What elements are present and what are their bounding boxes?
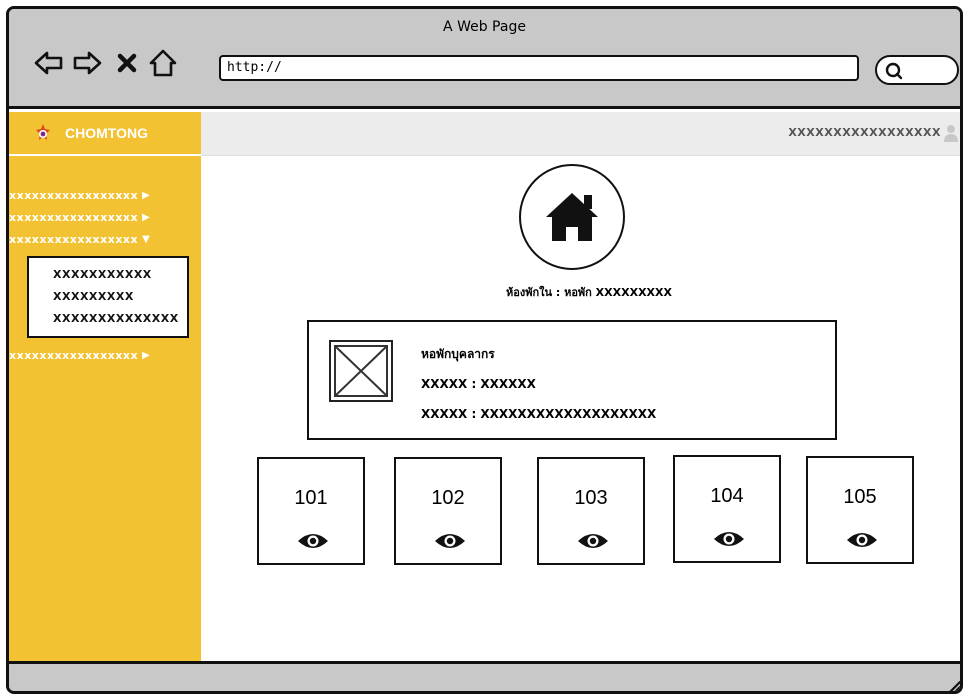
sidebar-item-2[interactable]: xxxxxxxxxxxxxxxxx ▶ [9,206,201,228]
window-title: A Web Page [443,19,526,35]
submenu-item-1[interactable]: XXXXXXXXXXX [29,264,187,286]
room-number: 101 [294,487,328,509]
room-number: 104 [710,485,744,507]
info-line-3: XXXXX : XXXXXXXXXXXXXXXXXXX [421,407,657,421]
submenu-item-2[interactable]: XXXXXXXXX [29,286,187,308]
sidebar-submenu: XXXXXXXXXXX XXXXXXXXX XXXXXXXXXXXXXX [27,256,189,338]
home-badge [519,164,625,270]
eye-icon[interactable] [846,530,878,550]
sidebar-menu: xxxxxxxxxxxxxxxxx ▶ xxxxxxxxxxxxxxxxx ▶ … [9,184,201,366]
sidebar-item-label: xxxxxxxxxxxxxxxxx [9,232,139,246]
room-card-105[interactable]: 105 [806,456,914,564]
room-card-103[interactable]: 103 [537,457,645,565]
sidebar-item-1[interactable]: xxxxxxxxxxxxxxxxx ▶ [9,184,201,206]
brand-name: CHOMTONG [65,125,148,141]
room-number: 102 [431,487,465,509]
sidebar-item-4[interactable]: xxxxxxxxxxxxxxxxx ▶ [9,344,201,366]
dorm-type: หอพักบุคลากร [421,347,495,361]
submenu-item-3[interactable]: XXXXXXXXXXXXXX [29,308,187,330]
sidebar-item-label: xxxxxxxxxxxxxxxxx [9,210,139,224]
room-card-101[interactable]: 101 [257,457,365,565]
caret-right-icon: ▶ [142,189,151,201]
caret-down-icon: ▼ [142,233,151,245]
status-bar [9,661,962,694]
logo-icon [36,124,50,140]
top-bar: XXXXXXXXXXXXXXXXX [201,112,960,156]
eye-icon[interactable] [577,531,609,551]
search-button[interactable] [875,55,959,85]
info-line-2: XXXXX : XXXXXX [421,377,536,391]
caret-right-icon: ▶ [142,349,151,361]
sidebar: CHOMTONG xxxxxxxxxxxxxxxxx ▶ xxxxxxxxxxx… [9,112,201,661]
browser-chrome: A Web Page http:// [9,9,960,109]
room-number: 103 [574,487,608,509]
room-card-104[interactable]: 104 [673,455,781,563]
caret-right-icon: ▶ [142,211,151,223]
eye-icon[interactable] [434,531,466,551]
user-icon[interactable] [943,124,959,142]
sidebar-item-label: xxxxxxxxxxxxxxxxx [9,348,139,362]
eye-icon[interactable] [297,531,329,551]
forward-arrow-icon[interactable] [69,45,105,81]
close-icon[interactable] [109,45,145,81]
room-number: 105 [843,486,877,508]
brand[interactable]: CHOMTONG [9,112,201,156]
eye-icon[interactable] [713,529,745,549]
image-placeholder-icon [329,340,393,402]
url-input[interactable]: http:// [219,55,859,81]
info-lines: หอพักบุคลากร XXXXX : XXXXXX XXXXX : XXXX… [421,344,656,434]
search-icon [885,62,903,80]
user-name[interactable]: XXXXXXXXXXXXXXXXX [788,126,941,139]
resize-grip-icon[interactable] [944,677,962,694]
room-card-102[interactable]: 102 [394,457,502,565]
sidebar-item-label: xxxxxxxxxxxxxxxxx [9,188,139,202]
sidebar-item-3[interactable]: xxxxxxxxxxxxxxxxx ▼ [9,228,201,250]
dorm-info-card: หอพักบุคลากร XXXXX : XXXXXX XXXXX : XXXX… [307,320,837,440]
back-arrow-icon[interactable] [31,45,67,81]
browser-window: A Web Page http:// CHOMTONG xxxxxxxxxxxx… [6,6,963,694]
home-icon[interactable] [145,45,181,81]
dorm-caption: ห้องพักใน : หอพัก XXXXXXXXX [505,286,672,299]
house-icon [546,193,598,241]
